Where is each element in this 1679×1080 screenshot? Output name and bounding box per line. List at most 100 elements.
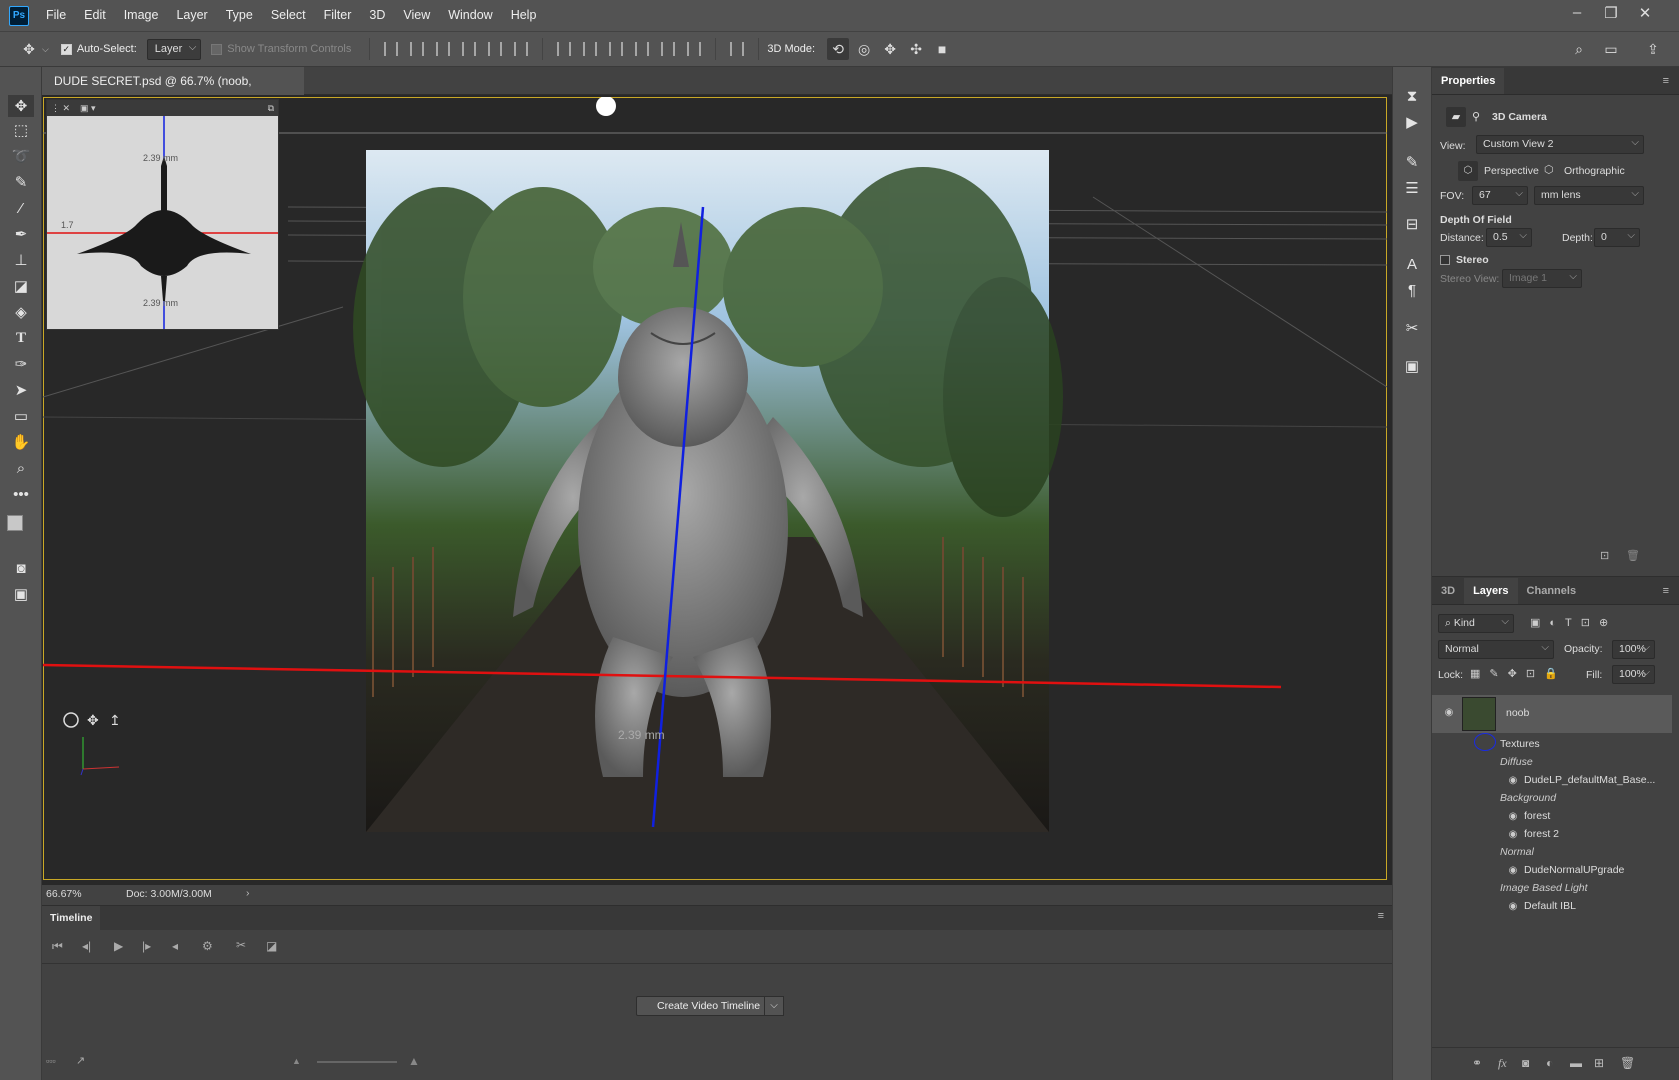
auto-select-target-dropdown[interactable]: Layer [146,38,202,60]
share-icon[interactable]: ⇪ [1642,38,1664,60]
eye-icon[interactable]: ◉ [1506,771,1520,790]
textures-row[interactable]: Textures [1432,733,1672,754]
view-dropdown[interactable]: Custom View 2 [1476,134,1644,154]
tab-properties[interactable]: Properties [1432,68,1505,94]
transition-icon[interactable]: ◪ [266,939,277,953]
timeline-type-dropdown-icon[interactable]: ⌵ [764,996,784,1016]
restore-button[interactable]: ❐ [1594,4,1628,22]
eye-icon[interactable]: ◉ [1506,825,1520,844]
delete-layer-icon[interactable]: 🗑 [1620,1056,1635,1070]
menu-view[interactable]: View [394,0,439,31]
move-tool-icon[interactable]: ✥ [18,38,40,60]
split-scissors-icon[interactable]: ✂ [236,938,246,952]
eye-icon[interactable]: ◉ [1506,897,1520,916]
distribute-left-icon[interactable] [635,42,650,56]
light-widget-icon[interactable] [596,97,616,116]
menu-help[interactable]: Help [502,0,546,31]
fov-unit-dropdown[interactable]: mm lens [1534,185,1644,205]
layer-row-noob[interactable]: ◉ noob [1432,695,1672,733]
distribute-hcenter-icon[interactable] [661,42,676,56]
status-arrow-icon[interactable]: › [246,887,250,899]
texture-item[interactable]: ◉ Default IBL [1432,897,1672,916]
link-layers-icon[interactable]: ⚭ [1472,1056,1482,1070]
stereo-checkbox[interactable] [1440,255,1450,265]
settings-gear-icon[interactable]: ⚙ [202,939,213,953]
auto-align-icon[interactable] [730,42,745,56]
minimize-button[interactable]: – [1560,4,1594,21]
tool-preset-chevron-icon[interactable]: ⌵ [42,44,49,55]
adjustment-layer-icon[interactable]: ◐ [1546,1056,1553,1070]
distribute-bottom-icon[interactable] [609,42,624,56]
layer-visibility-eye-icon[interactable]: ◉ [1442,707,1456,718]
perspective-icon[interactable]: ⬡ [1458,161,1478,181]
zoom-level[interactable]: 66.67% [46,888,82,900]
distance-input[interactable]: 0.5 [1486,227,1532,247]
play-icon[interactable]: ▶ [114,939,123,953]
actions-play-icon[interactable]: ▶ [1399,111,1425,133]
auto-select-checkbox[interactable]: ✓ [60,43,72,55]
layer-filter-kind-dropdown[interactable]: ⌕ Kind [1438,613,1514,633]
orthographic-label[interactable]: Orthographic [1564,165,1625,177]
gradient-tool-icon[interactable]: ◈ [8,301,34,323]
adjustments-icon[interactable]: ☰ [1399,177,1425,199]
menu-type[interactable]: Type [217,0,262,31]
menu-filter[interactable]: Filter [315,0,361,31]
zoom-in-large-icon[interactable]: ▲ [408,1054,420,1068]
distribute-vcenter-icon[interactable] [583,42,598,56]
first-frame-icon[interactable]: ⏮ [52,939,63,954]
hand-tool-icon[interactable]: ✋ [8,431,34,453]
blend-mode-dropdown[interactable]: Normal [1438,639,1554,659]
history-icon[interactable]: ⧗ [1399,85,1425,107]
panel-menu-icon[interactable]: ≡ [1663,75,1669,87]
timeline-tab[interactable]: Timeline [42,906,101,930]
quick-select-tool-icon[interactable]: ✎ [8,171,34,193]
search-icon[interactable]: ⌕ [1568,38,1590,60]
fov-input[interactable]: 67 [1472,185,1528,205]
pen-tool-icon[interactable]: ✑ [8,353,34,375]
layer-name[interactable]: noob [1506,707,1529,719]
align-vcenter-icon[interactable] [410,42,425,56]
clone-source-icon[interactable]: ▣ [1399,355,1425,377]
swap-view-icon[interactable]: ⧉ [268,103,274,114]
stereo-view-dropdown[interactable]: Image 1 [1502,268,1582,288]
fx-icon[interactable]: fx [1498,1056,1507,1071]
opacity-input[interactable]: 100% [1612,639,1655,659]
tool-presets-icon[interactable]: ⊟ [1399,213,1425,235]
distribute-right-icon[interactable] [687,42,702,56]
view-options-icon[interactable]: ▣ ▾ [80,103,96,114]
menu-edit[interactable]: Edit [75,0,115,31]
align-right-icon[interactable] [514,42,529,56]
foreground-color-swatch[interactable] [7,515,23,531]
orbit-3d-icon[interactable]: ⟲ [827,38,850,60]
tab-layers[interactable]: Layers [1464,578,1518,604]
panel-menu-icon[interactable]: ≡ [1378,910,1384,922]
prev-frame-icon[interactable]: ◂| [82,939,91,953]
texture-item[interactable]: ◉ forest [1432,807,1672,826]
lasso-tool-icon[interactable]: ➰ [8,145,34,167]
close-button[interactable]: ✕ [1628,4,1662,22]
more-tools-icon[interactable]: ••• [8,483,34,505]
audio-icon[interactable]: ◂ [172,939,178,953]
align-top-icon[interactable] [384,42,399,56]
quick-mask-icon[interactable]: ◙ [8,557,34,579]
photoshop-logo-icon[interactable]: Ps [9,5,29,26]
align-hcenter-icon[interactable] [488,42,503,56]
eyedropper-tool-icon[interactable]: ⁄ [8,197,34,219]
path-select-tool-icon[interactable]: ➤ [8,379,34,401]
menu-window[interactable]: Window [439,0,501,31]
brush-tool-icon[interactable]: ✒ [8,223,34,245]
stamp-tool-icon[interactable]: ⊥ [8,249,34,271]
rectangle-tool-icon[interactable]: ▭ [8,405,34,427]
texture-item[interactable]: ◉ DudeLP_defaultMat_Base... [1432,771,1672,790]
paragraph-icon[interactable]: ¶ [1399,279,1425,301]
menu-3d[interactable]: 3D [360,0,394,31]
character-icon[interactable]: A [1399,253,1425,275]
delete-icon[interactable]: 🗑 [1626,549,1640,562]
timeline-zoom-slider[interactable] [317,1061,397,1063]
new-group-icon[interactable]: ▬ [1570,1056,1582,1070]
zoom-3d-camera-icon[interactable]: ■ [931,38,953,60]
frame-grid-icon[interactable]: ▫▫▫ [46,1056,56,1066]
type-tool-icon[interactable]: T [8,327,34,349]
texture-item[interactable]: ◉ forest 2 [1432,825,1672,844]
doc-size[interactable]: Doc: 3.00M/3.00M [126,888,212,900]
